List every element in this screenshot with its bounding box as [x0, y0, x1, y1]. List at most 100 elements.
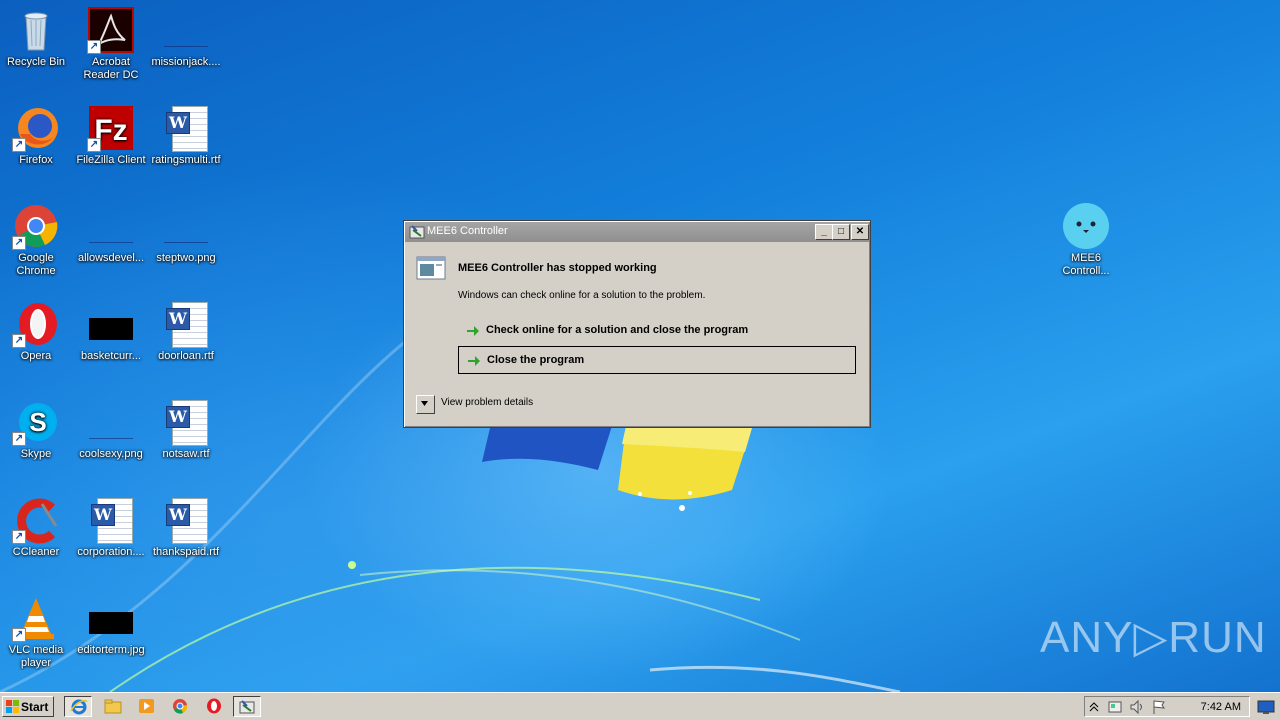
- volume-icon[interactable]: [1129, 699, 1145, 715]
- shortcut-arrow-icon: ↗: [12, 628, 26, 642]
- error-dialog[interactable]: MEE6 Controller _ □ ✕ MEE6 Controller ha…: [403, 220, 871, 428]
- ccleaner-icon: ↗: [12, 496, 60, 544]
- desktop-icon-label: corporation....: [77, 546, 145, 558]
- maximize-button[interactable]: □: [832, 224, 850, 240]
- taskbar: Start 7:42 AM: [0, 692, 1280, 720]
- show-hidden-icons-icon[interactable]: [1089, 699, 1105, 715]
- taskbar-media-player[interactable]: [133, 696, 161, 717]
- desktop-icon-label: FileZilla Client: [76, 154, 146, 166]
- shortcut-arrow-icon: ↗: [87, 40, 101, 54]
- desktop-icon-label: Skype: [20, 448, 52, 460]
- desktop-icon-firefox[interactable]: ↗ Firefox: [0, 104, 74, 167]
- word-document-icon: W: [162, 104, 210, 152]
- chrome-icon: [173, 699, 188, 714]
- acrobat-icon: ↗: [87, 6, 135, 54]
- desktop-icon-label: editorterm.jpg: [77, 644, 145, 656]
- program-icon: [416, 256, 446, 280]
- green-arrow-icon: [467, 326, 479, 336]
- folder-icon: [104, 699, 122, 714]
- opera-icon: ↗: [12, 300, 60, 348]
- view-details-toggle[interactable]: [416, 395, 435, 414]
- svg-text:S: S: [29, 407, 46, 437]
- taskbar-opera[interactable]: [200, 696, 228, 717]
- flag-icon[interactable]: [1151, 699, 1167, 715]
- desktop-icon-mee6[interactable]: MEE6 Controll...: [1048, 202, 1124, 278]
- desktop-icon-acrobat[interactable]: ↗ Acrobat Reader DC: [73, 6, 149, 82]
- recycle-bin-icon: [12, 6, 60, 54]
- image-thumbnail-icon: [162, 202, 210, 250]
- desktop-icon-steptwo[interactable]: steptwo.png: [148, 202, 224, 265]
- desktop-icon-coolsexy[interactable]: coolsexy.png: [73, 398, 149, 461]
- desktop-icon-thankspaid[interactable]: W thankspaid.rtf: [148, 496, 224, 559]
- monitor-icon: [1257, 700, 1275, 714]
- desktop-icon-label: Acrobat Reader DC: [83, 56, 139, 81]
- desktop-icon-ratingsmulti[interactable]: W ratingsmulti.rtf: [148, 104, 224, 167]
- desktop-icon-editorterm[interactable]: editorterm.jpg: [73, 594, 149, 657]
- taskbar-mee6-dialog[interactable]: [233, 696, 261, 717]
- shortcut-arrow-icon: ↗: [87, 138, 101, 152]
- shortcut-arrow-icon: ↗: [12, 432, 26, 446]
- desktop-icon-filezilla[interactable]: Fz ↗ FileZilla Client: [73, 104, 149, 167]
- start-label: Start: [21, 700, 49, 714]
- view-details-label[interactable]: View problem details: [441, 397, 533, 408]
- desktop-icon-doorloan[interactable]: W doorloan.rtf: [148, 300, 224, 363]
- check-online-button[interactable]: Check online for a solution and close th…: [458, 317, 856, 345]
- taskbar-ie[interactable]: [64, 696, 92, 717]
- desktop-icon-notsaw[interactable]: W notsaw.rtf: [148, 398, 224, 461]
- mee6-icon: [1062, 202, 1110, 250]
- desktop-icon-skype[interactable]: S ↗ Skype: [0, 398, 74, 461]
- desktop-icon-label: coolsexy.png: [79, 448, 143, 460]
- desktop-icon-label: thankspaid.rtf: [152, 546, 220, 558]
- minimize-button[interactable]: _: [815, 224, 833, 240]
- show-desktop-button[interactable]: [1254, 696, 1278, 717]
- desktop-icon-label: Google Chrome: [16, 252, 56, 277]
- taskbar-chrome[interactable]: [166, 696, 194, 717]
- app-window-icon: [239, 700, 255, 714]
- desktop-icon-label: Opera: [20, 350, 52, 362]
- dialog-heading: MEE6 Controller has stopped working: [458, 262, 657, 274]
- shortcut-arrow-icon: ↗: [12, 138, 26, 152]
- desktop-icon-ccleaner[interactable]: ↗ CCleaner: [0, 496, 74, 559]
- desktop-icon-vlc[interactable]: ↗ VLC media player: [0, 594, 74, 670]
- media-player-icon: [139, 699, 154, 713]
- start-button[interactable]: Start: [2, 696, 54, 717]
- close-button[interactable]: ✕: [851, 224, 869, 240]
- action-center-icon[interactable]: [1107, 699, 1123, 715]
- image-thumbnail-icon: [87, 594, 135, 642]
- desktop[interactable]: Recycle Bin ↗ Firefox ↗ Google Chrome ↗ …: [0, 0, 1280, 692]
- desktop-icon-label: Firefox: [19, 154, 53, 166]
- desktop-icon-basketcurr[interactable]: basketcurr...: [73, 300, 149, 363]
- opera-icon: [207, 698, 221, 714]
- desktop-icon-label: notsaw.rtf: [162, 448, 210, 460]
- desktop-icon-missionjack[interactable]: missionjack....: [148, 6, 224, 69]
- chrome-icon: ↗: [12, 202, 60, 250]
- desktop-icon-chrome[interactable]: ↗ Google Chrome: [0, 202, 74, 278]
- desktop-icon-recycle-bin[interactable]: Recycle Bin: [0, 6, 74, 69]
- app-window-icon: [409, 225, 425, 239]
- word-document-icon: W: [162, 398, 210, 446]
- taskbar-explorer[interactable]: [99, 696, 127, 717]
- word-document-icon: W: [87, 496, 135, 544]
- check-online-label: Check online for a solution and close th…: [486, 324, 749, 336]
- desktop-icon-allowsdevel[interactable]: allowsdevel...: [73, 202, 149, 265]
- anyrun-watermark: ANY▷RUN: [1040, 613, 1267, 662]
- desktop-icon-label: VLC media player: [8, 644, 64, 669]
- firefox-icon: ↗: [12, 104, 60, 152]
- windows-logo-icon: [6, 700, 19, 713]
- close-program-button[interactable]: Close the program: [458, 346, 856, 374]
- desktop-icon-label: missionjack....: [151, 56, 221, 68]
- image-thumbnail-icon: [87, 300, 135, 348]
- dialog-titlebar[interactable]: MEE6 Controller _ □ ✕: [405, 222, 869, 242]
- desktop-icon-opera[interactable]: ↗ Opera: [0, 300, 74, 363]
- clock[interactable]: 7:42 AM: [1201, 701, 1241, 713]
- desktop-icon-corporation[interactable]: W corporation....: [73, 496, 149, 559]
- desktop-icon-label: doorloan.rtf: [158, 350, 214, 362]
- filezilla-icon: Fz ↗: [87, 104, 135, 152]
- skype-icon: S ↗: [12, 398, 60, 446]
- word-document-icon: W: [162, 496, 210, 544]
- chevron-down-icon: [421, 401, 428, 406]
- desktop-icon-label: Recycle Bin: [6, 56, 66, 68]
- desktop-icon-label: ratingsmulti.rtf: [151, 154, 221, 166]
- shortcut-arrow-icon: ↗: [12, 236, 26, 250]
- shortcut-arrow-icon: ↗: [12, 530, 26, 544]
